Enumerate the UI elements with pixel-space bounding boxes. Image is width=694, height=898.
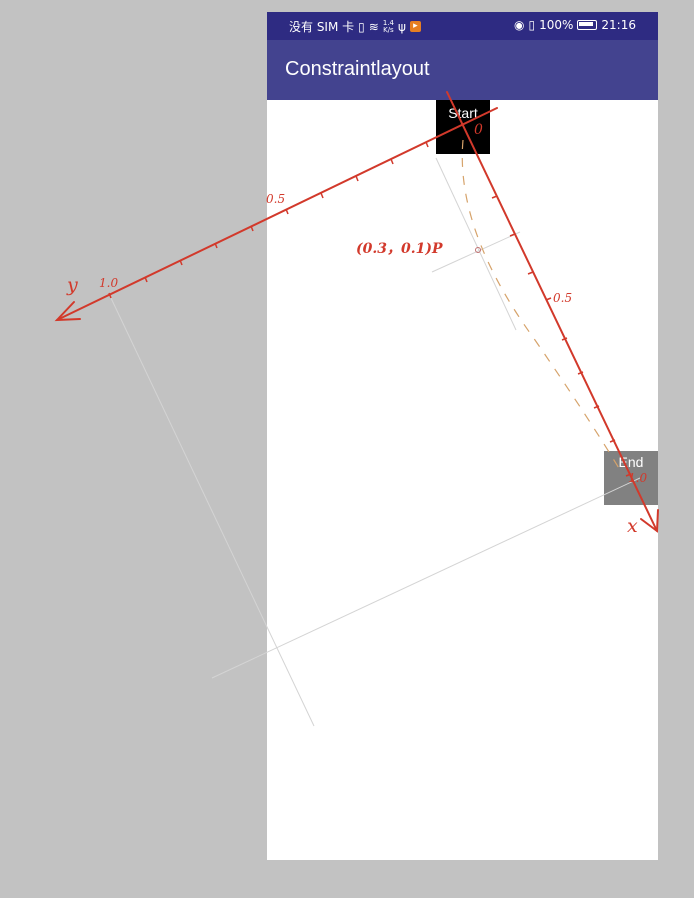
y-axis-label: y — [66, 274, 78, 296]
end-label: End — [618, 454, 644, 470]
y-tick — [214, 242, 218, 249]
y-tick — [179, 259, 183, 266]
start-label: Start — [448, 105, 478, 121]
end-view[interactable]: End — [604, 451, 658, 505]
carrier-text: 没有 SIM 卡 — [289, 20, 355, 34]
battery-icon — [577, 20, 598, 30]
start-view[interactable]: Start — [436, 100, 490, 154]
y-axis-arrow-icon — [54, 301, 81, 322]
speed-unit: K/s — [383, 25, 394, 34]
usb-icon: ψ — [397, 19, 406, 34]
y-tick — [108, 292, 112, 299]
battery-percent: 100% — [539, 18, 574, 32]
status-right: ◉ ▯ 100% 21:16 — [514, 18, 636, 32]
vibrate-icon: ▯ — [528, 18, 536, 32]
y-one-label: 1.0 — [99, 276, 118, 290]
status-bar: 没有 SIM 卡 ▯ ≋ 1.4 K/s ψ ▸ ◉ ▯ 100% 21:16 — [267, 12, 658, 40]
app-notification-icon: ▸ — [409, 21, 421, 32]
status-left: 没有 SIM 卡 ▯ ≋ 1.4 K/s ψ ▸ — [289, 18, 421, 35]
sim-icon: ▯ — [358, 19, 365, 34]
network-speed: 1.4 K/s — [383, 19, 394, 34]
eye-icon: ◉ — [514, 18, 525, 32]
app-title: Constraintlayout — [285, 58, 430, 80]
clock: 21:16 — [601, 18, 636, 32]
wifi-icon: ≋ — [368, 19, 379, 34]
screenshot-stage: 没有 SIM 卡 ▯ ≋ 1.4 K/s ψ ▸ ◉ ▯ 100% 21:16 … — [0, 0, 694, 898]
app-bar: Constraintlayout — [267, 40, 658, 100]
y-tick — [250, 225, 254, 232]
y-tick — [144, 276, 148, 283]
